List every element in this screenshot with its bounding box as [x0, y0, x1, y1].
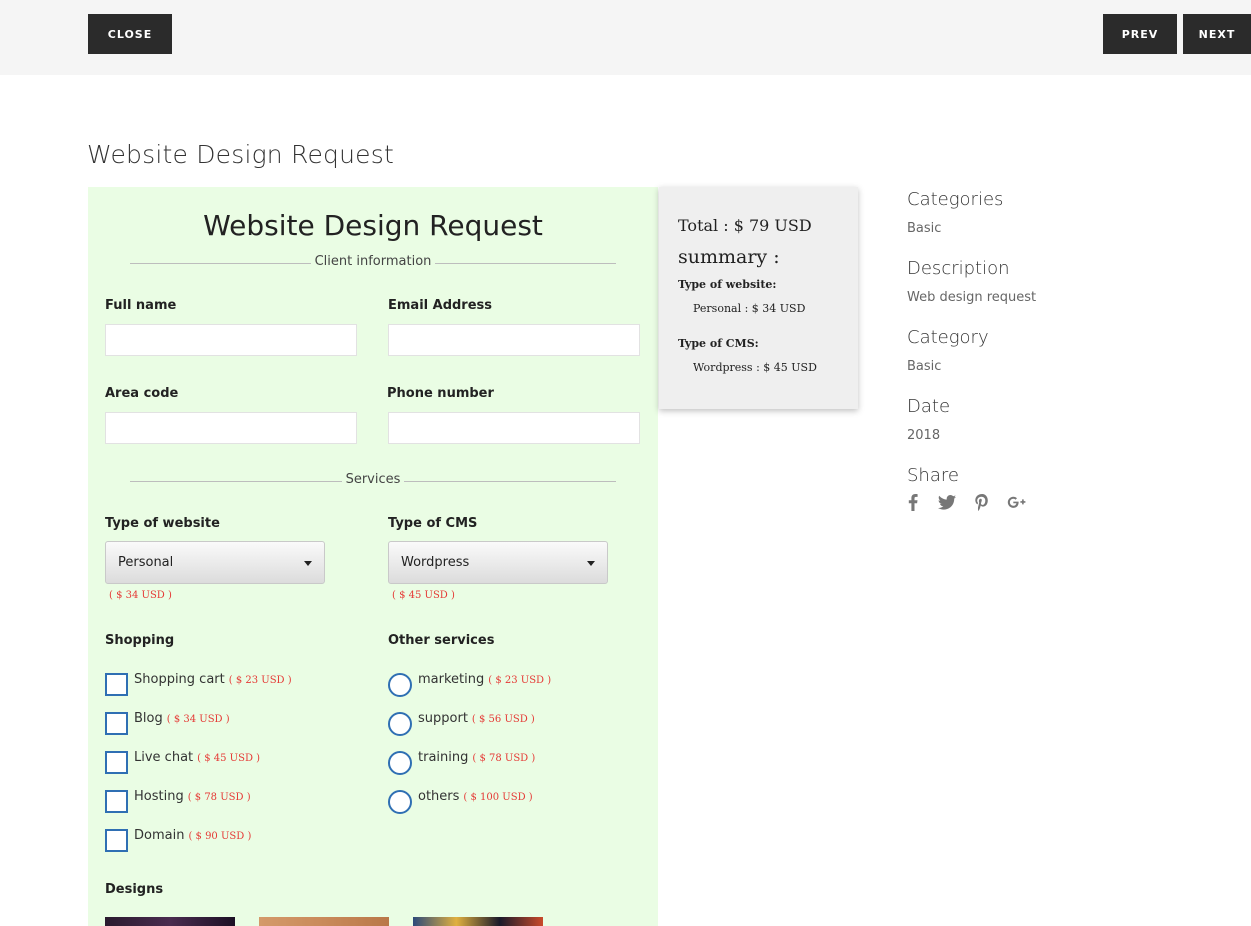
- summary-website-item: Personal : $ 34 USD: [693, 302, 806, 315]
- checkbox[interactable]: [105, 751, 128, 774]
- email-label: Email Address: [388, 298, 493, 313]
- option-price: ( $ 90 USD ): [188, 831, 252, 842]
- shopping-option[interactable]: Domain ( $ 90 USD ): [105, 828, 251, 852]
- caret-down-icon: [304, 561, 312, 566]
- section-services: Services: [88, 472, 658, 487]
- option-label: Live chat: [134, 750, 194, 765]
- next-button[interactable]: NEXT: [1183, 14, 1251, 54]
- checkbox[interactable]: [105, 673, 128, 696]
- option-price: ( $ 78 USD ): [187, 792, 251, 803]
- summary-total: Total : $ 79 USD: [678, 216, 812, 235]
- categories-value: Basic: [907, 221, 942, 236]
- radio-button[interactable]: [388, 673, 412, 697]
- other-service-option[interactable]: training ( $ 78 USD ): [388, 750, 535, 775]
- facebook-icon[interactable]: [902, 491, 924, 513]
- type-cms-value: Wordpress: [401, 555, 470, 570]
- option-price: ( $ 78 USD ): [472, 753, 536, 764]
- description-heading: Description: [907, 258, 1010, 279]
- shopping-option[interactable]: Live chat ( $ 45 USD ): [105, 750, 260, 774]
- summary-website-heading: Type of website:: [678, 278, 777, 291]
- summary-title: summary :: [678, 246, 780, 268]
- option-label: others: [418, 789, 460, 804]
- shopping-option[interactable]: Shopping cart ( $ 23 USD ): [105, 672, 292, 696]
- full-name-input[interactable]: [105, 324, 357, 356]
- google-plus-icon[interactable]: [1006, 491, 1028, 513]
- design-thumbnail[interactable]: [259, 917, 389, 926]
- description-value: Web design request: [907, 290, 1037, 305]
- option-label: support: [418, 711, 468, 726]
- other-service-option[interactable]: marketing ( $ 23 USD ): [388, 672, 551, 697]
- form-title: Website Design Request: [203, 209, 543, 242]
- type-website-select[interactable]: Personal: [105, 541, 325, 584]
- top-bar: CLOSE PREV NEXT: [0, 0, 1251, 75]
- category-heading: Category: [907, 327, 989, 348]
- option-label: Domain: [134, 828, 185, 843]
- shopping-option[interactable]: Hosting ( $ 78 USD ): [105, 789, 251, 813]
- checkbox[interactable]: [105, 712, 128, 735]
- phone-input[interactable]: [388, 412, 640, 444]
- type-cms-price: ( $ 45 USD ): [392, 590, 455, 601]
- pinterest-icon[interactable]: [971, 491, 993, 513]
- prev-button[interactable]: PREV: [1103, 14, 1177, 54]
- checkbox[interactable]: [105, 790, 128, 813]
- email-input[interactable]: [388, 324, 640, 356]
- summary-cms-item: Wordpress : $ 45 USD: [693, 361, 817, 374]
- summary-panel: Total : $ 79 USD summary : Type of websi…: [659, 187, 858, 409]
- date-heading: Date: [907, 396, 951, 417]
- option-label: Hosting: [134, 789, 184, 804]
- option-price: ( $ 45 USD ): [197, 753, 261, 764]
- design-thumbnail[interactable]: [105, 917, 235, 926]
- option-label: marketing: [418, 672, 485, 687]
- full-name-label: Full name: [105, 298, 177, 313]
- option-price: ( $ 23 USD ): [228, 675, 292, 686]
- shopping-option[interactable]: Blog ( $ 34 USD ): [105, 711, 230, 735]
- caret-down-icon: [587, 561, 595, 566]
- option-price: ( $ 23 USD ): [488, 675, 552, 686]
- option-label: Blog: [134, 711, 163, 726]
- date-value: 2018: [907, 428, 941, 443]
- category-value: Basic: [907, 359, 942, 374]
- twitter-icon[interactable]: [936, 491, 958, 513]
- design-thumbnail[interactable]: [413, 917, 543, 926]
- share-heading: Share: [907, 465, 959, 486]
- type-cms-select[interactable]: Wordpress: [388, 541, 608, 584]
- type-website-price: ( $ 34 USD ): [109, 590, 172, 601]
- designs-label: Designs: [105, 882, 164, 897]
- option-price: ( $ 100 USD ): [463, 792, 533, 803]
- page-title: Website Design Request: [87, 140, 394, 169]
- close-button[interactable]: CLOSE: [88, 14, 172, 54]
- area-code-label: Area code: [105, 386, 179, 401]
- option-label: Shopping cart: [134, 672, 225, 687]
- other-service-option[interactable]: support ( $ 56 USD ): [388, 711, 535, 736]
- type-website-value: Personal: [118, 555, 174, 570]
- option-price: ( $ 34 USD ): [166, 714, 230, 725]
- radio-button[interactable]: [388, 751, 412, 775]
- radio-button[interactable]: [388, 712, 412, 736]
- request-form: Website Design Request Client informatio…: [88, 187, 658, 926]
- type-website-label: Type of website: [105, 516, 220, 531]
- summary-cms-heading: Type of CMS:: [678, 337, 759, 350]
- radio-button[interactable]: [388, 790, 412, 814]
- option-price: ( $ 56 USD ): [471, 714, 535, 725]
- other-services-label: Other services: [388, 633, 495, 648]
- phone-label: Phone number: [387, 386, 494, 401]
- area-code-input[interactable]: [105, 412, 357, 444]
- other-service-option[interactable]: others ( $ 100 USD ): [388, 789, 533, 814]
- section-client-info: Client information: [88, 254, 658, 269]
- shopping-label: Shopping: [105, 633, 175, 648]
- type-cms-label: Type of CMS: [388, 516, 478, 531]
- checkbox[interactable]: [105, 829, 128, 852]
- option-label: training: [418, 750, 469, 765]
- categories-heading: Categories: [907, 189, 1004, 210]
